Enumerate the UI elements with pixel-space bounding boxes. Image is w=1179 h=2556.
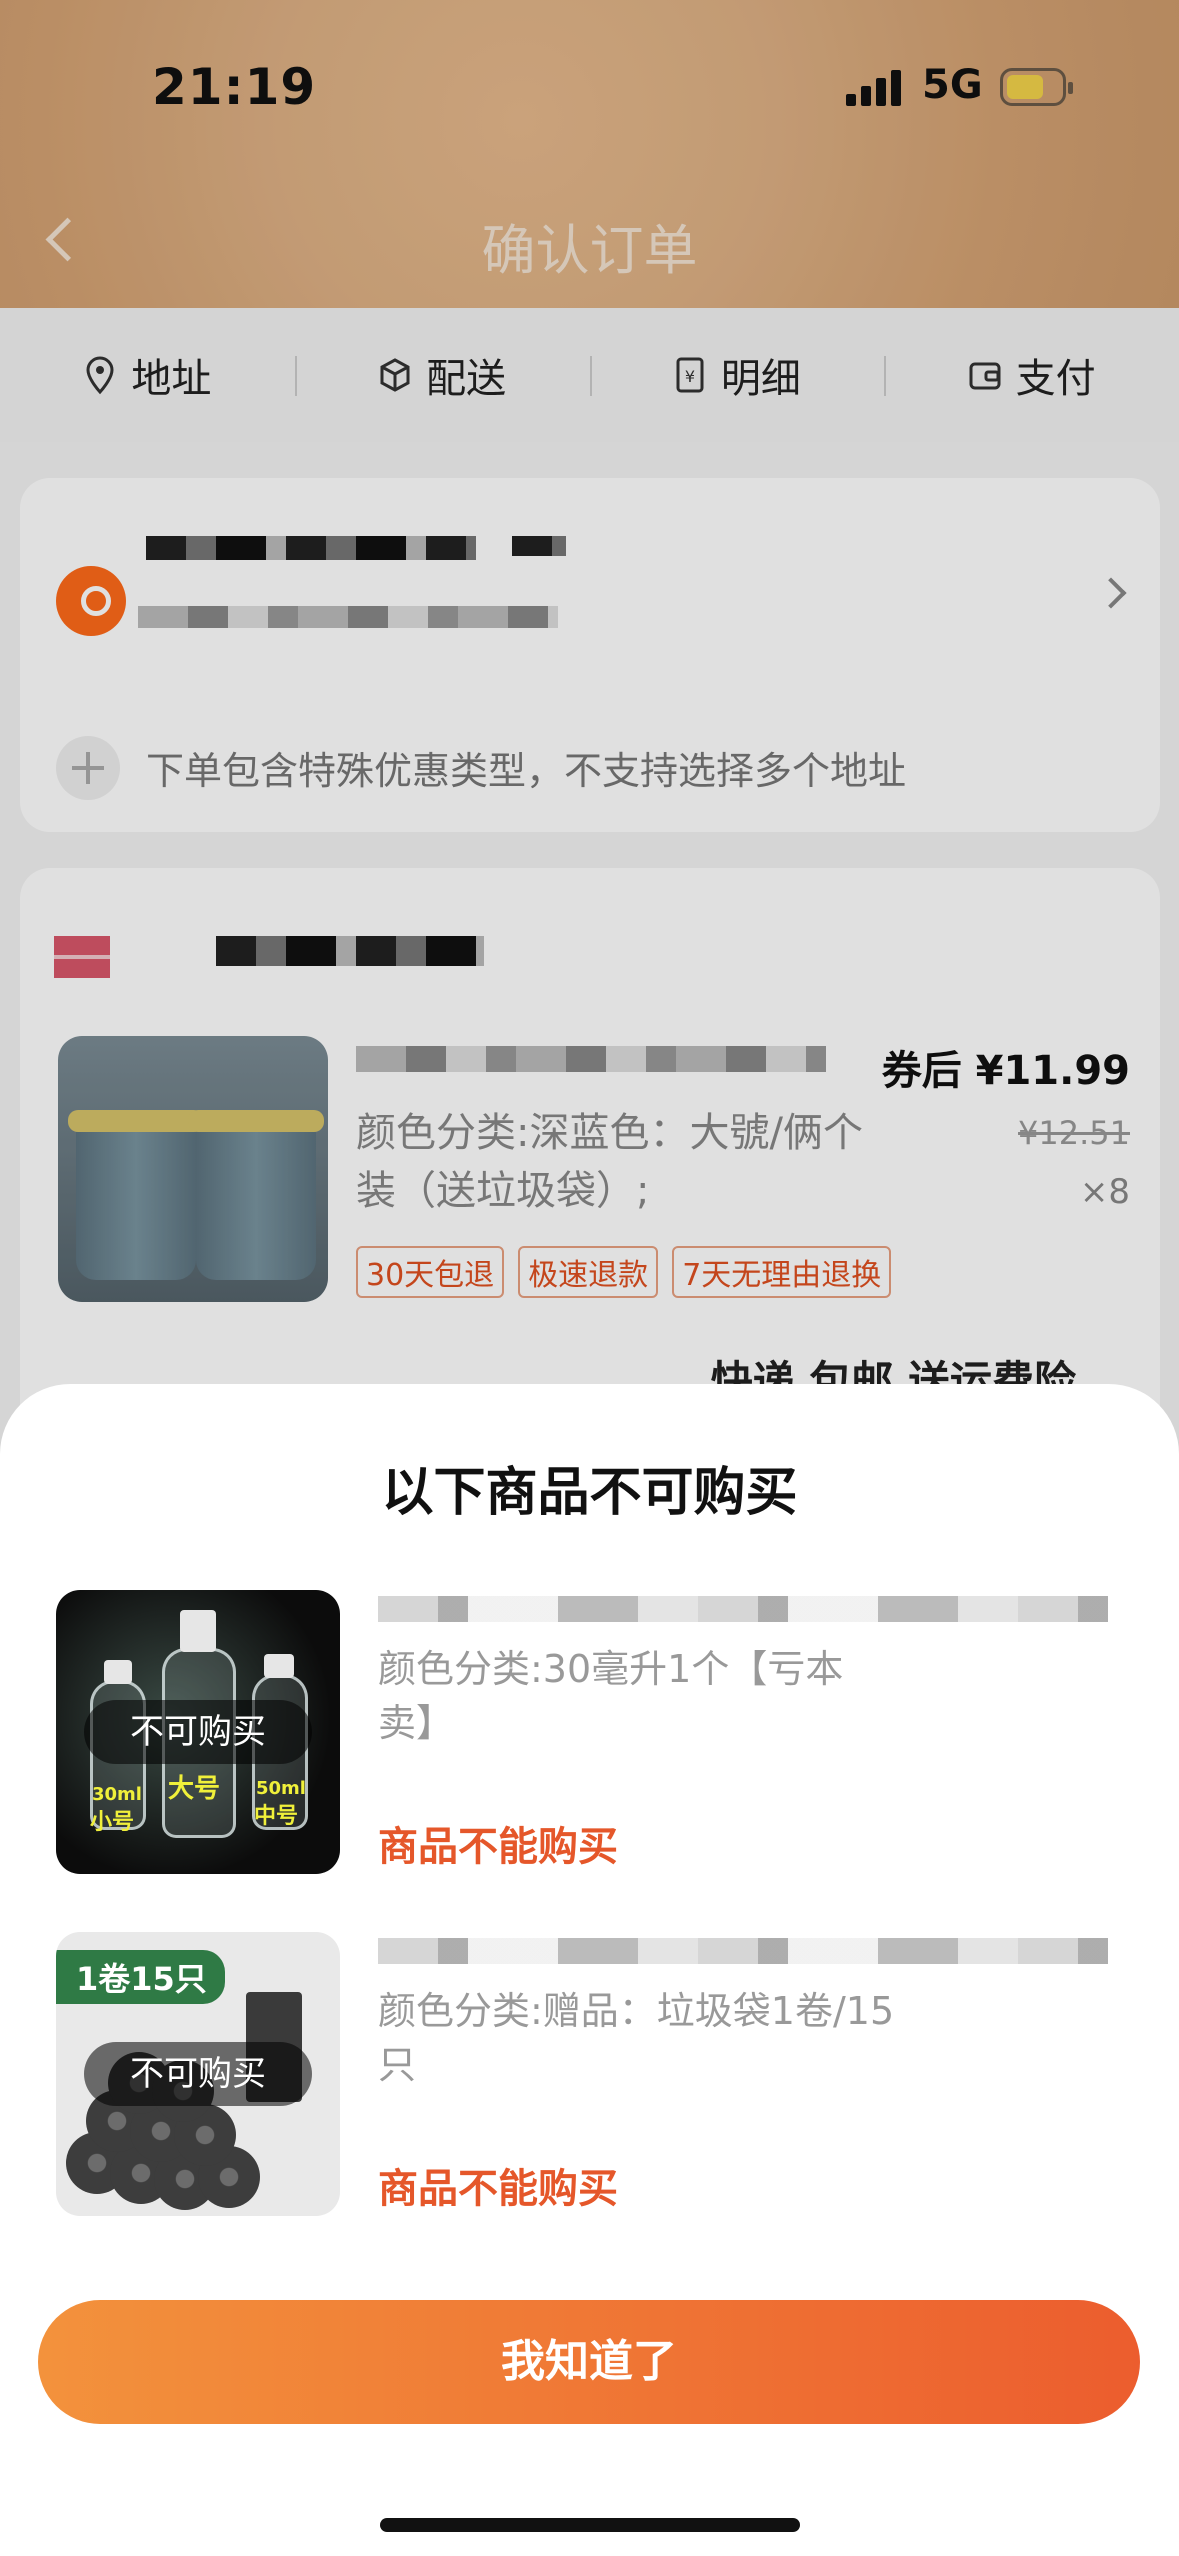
- item-thumbnail: 30ml 小号 大号 50ml 中号 不可购买: [56, 1590, 340, 1874]
- unavailable-label: 不可购买: [84, 1700, 312, 1764]
- redacted-item-name: [378, 1596, 1108, 1622]
- unavailable-label: 不可购买: [84, 2042, 312, 2106]
- item-status: 商品不能购买: [378, 2166, 618, 2212]
- sheet-title: 以下商品不可购买: [381, 1463, 798, 1523]
- ok-button[interactable]: 我知道了: [38, 2300, 1140, 2424]
- thumb-label: 50ml: [256, 1778, 306, 1799]
- redacted-item-name: [378, 1938, 1108, 1964]
- item-spec: 颜色分类:赠品：垃圾袋1卷/15只: [378, 1989, 895, 2087]
- thumb-label: 大号: [168, 1774, 221, 1804]
- item-spec: 颜色分类:30毫升1个【亏本卖】: [378, 1647, 844, 1745]
- item-badge: 1卷15只: [56, 1950, 225, 2004]
- item-thumbnail: 1卷15只 不可购买: [56, 1932, 340, 2216]
- thumb-label: 30ml: [92, 1784, 142, 1805]
- unavailable-item: 30ml 小号 大号 50ml 中号 不可购买 颜色分类:30毫升1个【亏本卖】…: [56, 1590, 1136, 1876]
- screen: 21:19 5G 确认订单 地址 配送 ¥ 明细 支付 下单包含特殊优惠类型，不…: [0, 0, 1179, 2556]
- thumb-label: 中号: [254, 1804, 299, 1829]
- item-status: 商品不能购买: [378, 1824, 618, 1870]
- thumb-label: 小号: [90, 1810, 135, 1835]
- unavailable-item: 1卷15只 不可购买 颜色分类:赠品：垃圾袋1卷/15只 商品不能购买: [56, 1932, 1136, 2218]
- home-indicator[interactable]: [380, 2518, 800, 2532]
